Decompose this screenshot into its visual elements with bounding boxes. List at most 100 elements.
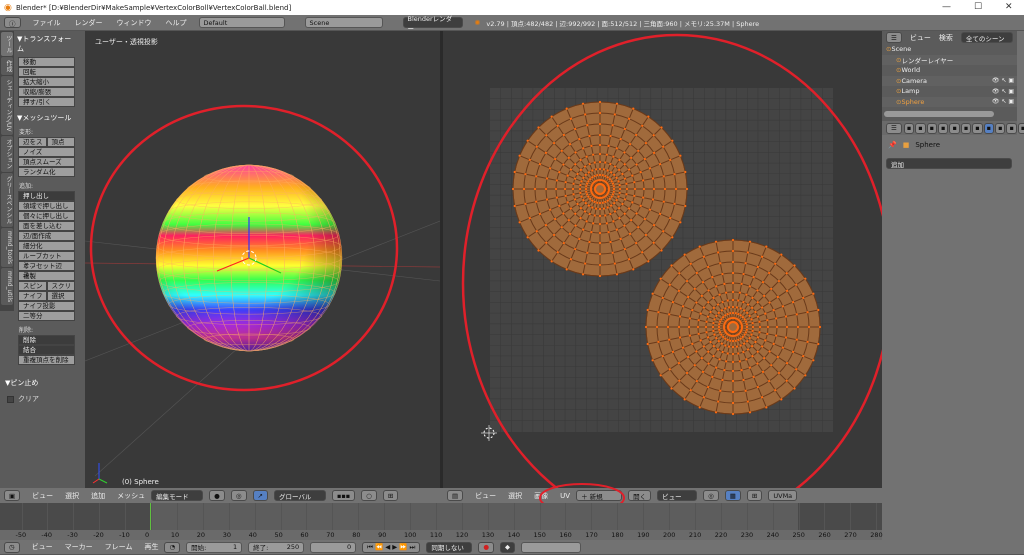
randomize-button[interactable]: ランダム化: [18, 167, 75, 177]
duplicate-button[interactable]: 複製: [18, 271, 75, 281]
open-image-button[interactable]: 開く: [628, 490, 652, 501]
outliner-item[interactable]: ⊙ World: [882, 65, 1017, 76]
spin-button[interactable]: スピン: [18, 281, 47, 291]
outliner-scrollbar[interactable]: [884, 111, 994, 117]
menu-mesh[interactable]: メッシュ: [117, 491, 145, 501]
end-frame-field[interactable]: 終了: 250: [248, 541, 305, 553]
pivot-select[interactable]: ◎: [230, 490, 247, 501]
keying-set-select[interactable]: ◆: [500, 541, 516, 553]
menu-view[interactable]: ビュー: [32, 491, 53, 501]
properties-tab[interactable]: ▪: [949, 122, 960, 134]
make-edge-face-button[interactable]: 辺/面作成: [18, 231, 75, 241]
properties-tab[interactable]: ▪: [926, 122, 938, 134]
view-mode-select[interactable]: ビュー: [657, 490, 698, 501]
noise-button[interactable]: ノイズ: [18, 147, 75, 157]
current-frame-field[interactable]: 0: [310, 541, 357, 553]
new-image-button[interactable]: ＋ 新規: [576, 490, 623, 501]
menu-view[interactable]: ビュー: [475, 491, 496, 501]
translate-button[interactable]: 移動: [18, 57, 75, 67]
properties-editor-type[interactable]: ☰: [886, 122, 902, 134]
shading-select[interactable]: ●: [209, 490, 225, 501]
uv-map-select[interactable]: UVMa: [768, 490, 798, 501]
inset-faces-button[interactable]: 面を差し込む: [18, 221, 75, 231]
pin-title[interactable]: ▼ピン止め: [5, 378, 83, 388]
mode-select[interactable]: 編集モード: [151, 490, 204, 501]
manipulator-toggle[interactable]: ↗: [252, 490, 268, 501]
visibility-toggles[interactable]: 👁 ↖ ▣: [992, 88, 1014, 95]
scene-selector[interactable]: Scene: [304, 17, 383, 28]
keying-set-field[interactable]: [521, 541, 582, 553]
menu-view[interactable]: ビュー: [32, 542, 53, 552]
rotate-button[interactable]: 回転: [18, 67, 75, 77]
delete-dropdown[interactable]: 削除: [18, 335, 75, 345]
tab-mmd-tools[interactable]: mmd_tools: [1, 227, 13, 267]
minimize-button[interactable]: —: [942, 2, 951, 12]
menu-file[interactable]: ファイル: [33, 18, 61, 28]
properties-tab[interactable]: ▪: [983, 122, 995, 134]
outliner-item[interactable]: ⊙ Camera 👁 ↖ ▣: [882, 75, 1017, 86]
close-button[interactable]: ✕: [1005, 2, 1013, 12]
preview-range-toggle[interactable]: ◔: [164, 541, 181, 553]
outliner-menu-search[interactable]: 検索: [939, 33, 953, 43]
transform-section[interactable]: ▼トランスフォーム: [17, 34, 77, 54]
properties-tab[interactable]: ▪: [938, 122, 949, 134]
knife-button[interactable]: ナイフ: [18, 291, 47, 301]
snap-select[interactable]: ⊞: [382, 490, 399, 501]
3d-viewport[interactable]: ユーザー・透視投影 (0) Sphere: [85, 31, 440, 488]
outliner-item[interactable]: ⊙ Sphere 👁 ↖ ▣: [882, 96, 1017, 107]
merge-dropdown[interactable]: 結合: [18, 345, 75, 355]
editor-type-button[interactable]: ⓘ: [4, 17, 21, 28]
subdivide-button[interactable]: 細分化: [18, 241, 75, 251]
render-engine-select[interactable]: Blenderレンダー: [402, 15, 463, 33]
knife-select-button[interactable]: 選択: [46, 291, 75, 301]
editor-type-button[interactable]: ▤: [447, 490, 464, 501]
properties-tab[interactable]: ▪: [1006, 122, 1017, 134]
menu-window[interactable]: ウィンドウ: [117, 18, 152, 28]
shrink-fatten-button[interactable]: 収縮/膨張: [18, 87, 75, 97]
properties-tab[interactable]: ▪: [972, 122, 983, 134]
menu-uv[interactable]: UV: [560, 492, 570, 500]
tab-options[interactable]: オプション: [1, 135, 13, 172]
menu-select[interactable]: 選択: [508, 491, 522, 501]
extrude-dropdown[interactable]: 押し出し: [18, 191, 75, 201]
maximize-button[interactable]: ☐: [974, 2, 982, 12]
menu-render[interactable]: レンダー: [75, 18, 103, 28]
uv-sync-toggle[interactable]: ▦: [724, 490, 741, 501]
visibility-toggles[interactable]: 👁 ↖ ▣: [992, 98, 1014, 105]
outliner-item[interactable]: ⊙ レンダーレイヤー: [882, 54, 1017, 65]
menu-add[interactable]: 追加: [91, 491, 105, 501]
playback-controls[interactable]: ⏮ ⏪ ◀ ▶ ⏩ ⏭: [362, 541, 421, 553]
loop-cut-button[interactable]: ループカットと...: [18, 251, 75, 269]
offset-edge-button[interactable]: オフセット辺ス...: [18, 261, 75, 279]
properties-tab[interactable]: ▪: [903, 122, 915, 134]
tab-mmd-utils[interactable]: mmd_utils: [1, 267, 13, 305]
menu-select[interactable]: 選択: [65, 491, 79, 501]
editor-type-button[interactable]: ◷: [4, 541, 20, 553]
knife-project-button[interactable]: ナイフ投影: [18, 301, 75, 311]
orientation-select[interactable]: グローバル: [273, 490, 326, 501]
tab-tools[interactable]: ツール: [1, 32, 13, 56]
bisect-button[interactable]: 二等分: [18, 311, 75, 321]
menu-image[interactable]: 画像: [534, 491, 548, 501]
select-mode-buttons[interactable]: ▪▪▪: [331, 490, 356, 501]
mesh-tools-section[interactable]: ▼メッシュツール: [17, 113, 77, 123]
layout-selector[interactable]: Default: [198, 17, 285, 28]
remove-doubles-button[interactable]: 重複頂点を削除: [18, 355, 75, 365]
tab-create[interactable]: 作成: [1, 57, 13, 75]
menu-playback[interactable]: 再生: [144, 542, 158, 552]
properties-tab[interactable]: ▪: [995, 122, 1006, 134]
outliner-item[interactable]: ⊙ Scene: [882, 44, 1017, 55]
start-frame-field[interactable]: 開始: 1: [186, 541, 243, 553]
uv-image-editor[interactable]: [443, 31, 882, 488]
menu-help[interactable]: ヘルプ: [166, 18, 187, 28]
add-modifier-dropdown[interactable]: 追加: [886, 158, 1012, 169]
properties-tab[interactable]: ▪: [1017, 122, 1024, 134]
clear-checkbox[interactable]: [7, 395, 14, 403]
menu-marker[interactable]: マーカー: [65, 542, 93, 552]
smooth-vertex-button[interactable]: 頂点スムーズ: [18, 157, 75, 167]
screw-button[interactable]: スクリュ: [46, 281, 75, 299]
editor-type-button[interactable]: ▣: [4, 490, 21, 501]
visibility-toggles[interactable]: 👁 ↖ ▣: [992, 77, 1014, 84]
outliner-menu-view[interactable]: ビュー: [910, 33, 931, 43]
sync-mode-select[interactable]: 同期しない: [426, 541, 473, 553]
